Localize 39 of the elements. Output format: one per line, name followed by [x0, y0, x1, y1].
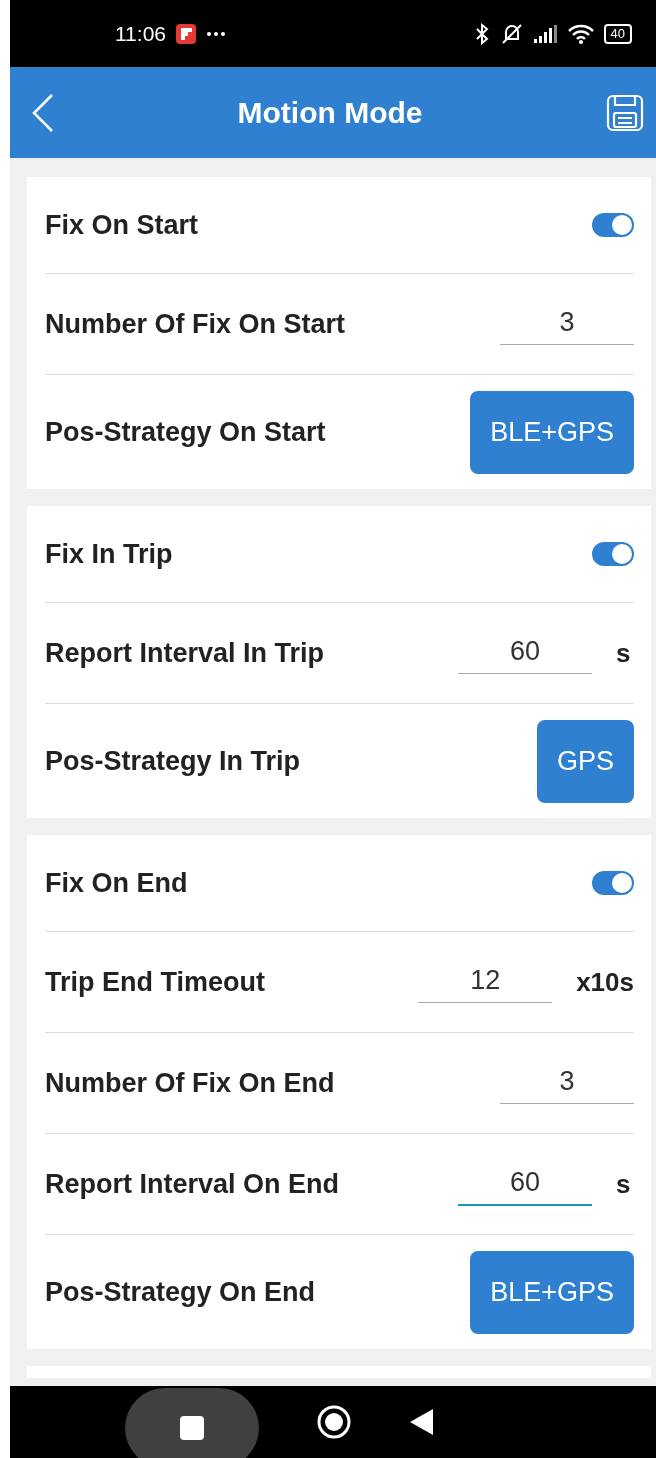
home-button[interactable]: [317, 1405, 351, 1439]
unit-label: s: [616, 637, 632, 669]
setting-label: Number Of Fix On Start: [45, 308, 347, 340]
status-time: 11:06: [115, 21, 166, 46]
unit-label: s: [616, 1168, 632, 1200]
square-icon: [179, 1415, 205, 1441]
app-notification-icon: [176, 23, 196, 44]
more-dots-icon: [206, 30, 226, 37]
strategy-button[interactable]: BLE+GPS: [470, 390, 634, 474]
signal-icon: [533, 24, 558, 43]
setting-label: Fix In Trip: [45, 538, 174, 570]
setting-label: Number Of Fix On End: [45, 1067, 336, 1099]
wifi-icon: [567, 23, 594, 44]
setting-label: Fix On End: [45, 867, 189, 899]
setting-label: Report Interval In Trip: [45, 637, 326, 669]
strategy-button[interactable]: GPS: [536, 719, 634, 803]
page-title: Motion Mode: [237, 95, 423, 130]
strategy-button[interactable]: BLE+GPS: [470, 1250, 634, 1334]
setting-label: Pos-Strategy On End: [45, 1276, 317, 1308]
number-input-field[interactable]: 12: [418, 961, 553, 1003]
toggle-switch[interactable]: [592, 213, 634, 237]
toggle-switch[interactable]: [592, 542, 634, 566]
recents-button[interactable]: [125, 1388, 259, 1458]
setting-label: Fix On Start: [45, 209, 200, 241]
number-input-field[interactable]: 60: [458, 1162, 592, 1206]
number-input-field[interactable]: 3: [500, 303, 634, 345]
back-nav-button[interactable]: [409, 1408, 435, 1436]
number-input-field[interactable]: 60: [458, 632, 592, 674]
bluetooth-icon: [473, 22, 490, 45]
save-button[interactable]: [606, 93, 644, 132]
unit-label: x10s: [576, 966, 634, 998]
toggle-switch[interactable]: [592, 871, 634, 895]
battery-indicator: 40: [603, 23, 632, 44]
back-button[interactable]: [32, 92, 54, 133]
setting-label: Pos-Strategy On Start: [45, 416, 327, 448]
number-input-field[interactable]: 3: [500, 1062, 634, 1104]
setting-label: Trip End Timeout: [45, 966, 266, 998]
setting-label: Report Interval On End: [45, 1168, 341, 1200]
setting-label: Pos-Strategy In Trip: [45, 745, 302, 777]
